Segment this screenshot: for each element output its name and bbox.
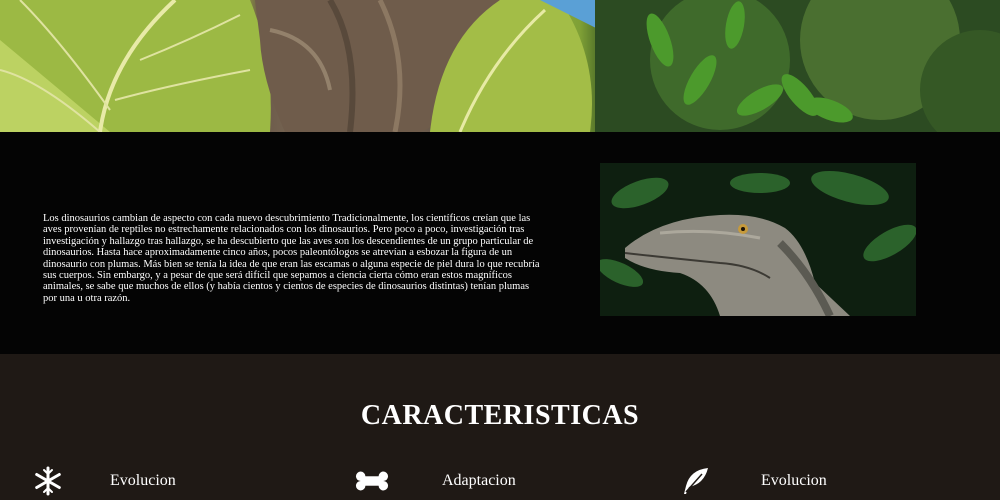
feature-item-adaptacion: Adaptacion [355,466,516,496]
intro-paragraph: Los dinosaurios cambian de aspecto con c… [43,213,540,304]
feather-icon [678,466,712,496]
features-section: CARACTERISTICAS Evolucion Adaptacion Evo… [0,354,1000,500]
features-title: CARACTERISTICAS [360,400,640,431]
intro-section: Los dinosaurios cambian de aspecto con c… [0,132,1000,354]
hero-image [0,0,1000,132]
feature-label: Evolucion [110,472,176,489]
hero-banner [0,0,1000,132]
feature-label: Evolucion [761,472,827,489]
raptor-photo [600,163,916,316]
snowflake-icon [31,466,65,496]
feature-item-evolucion-2: Evolucion [678,466,827,496]
feature-label: Adaptacion [442,472,516,489]
feature-item-evolucion: Evolucion [31,466,176,496]
bone-icon [355,466,389,496]
